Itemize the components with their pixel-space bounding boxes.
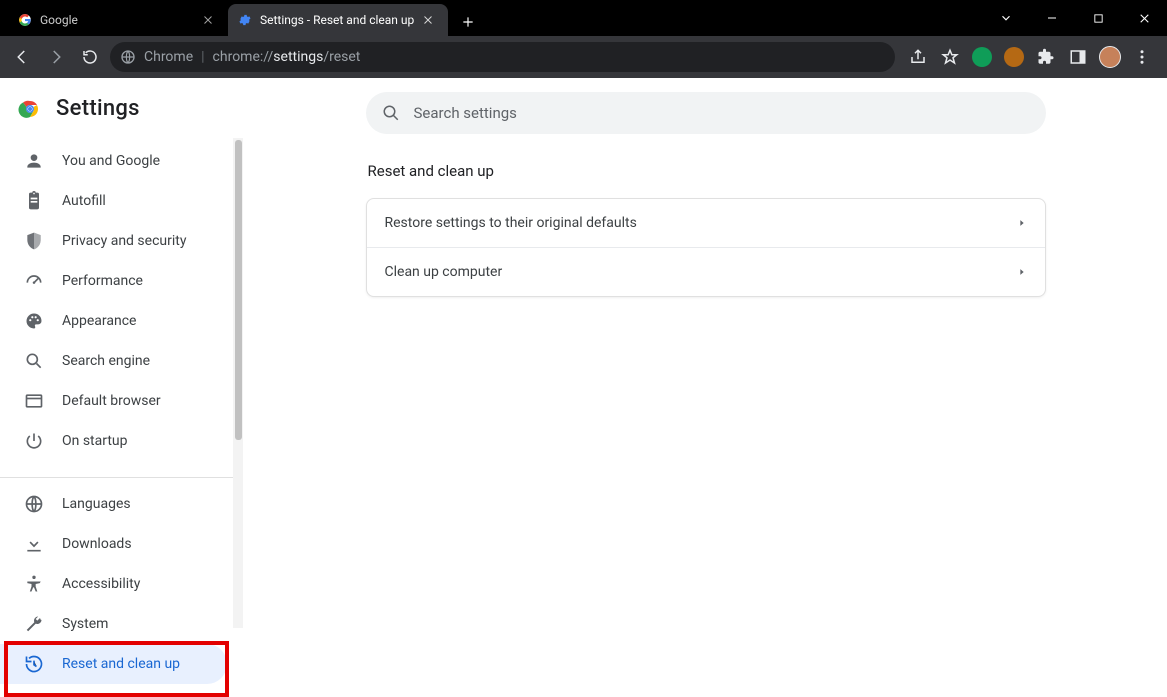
sidebar-item-downloads[interactable]: Downloads <box>0 524 227 564</box>
sidebar-item-label: Search engine <box>62 353 150 369</box>
clean-up-computer-row[interactable]: Clean up computer <box>367 247 1045 296</box>
chevron-down-icon[interactable] <box>983 0 1029 36</box>
window-minimize-button[interactable] <box>1029 0 1075 36</box>
sidebar-item-label: Default browser <box>62 393 161 409</box>
sidebar-item-label: System <box>62 616 108 632</box>
page-heading: Reset and clean up <box>368 162 1046 180</box>
profile-avatar[interactable] <box>1099 46 1121 68</box>
browser-icon <box>24 391 44 411</box>
sidebar-item-label: On startup <box>62 433 128 449</box>
chevron-right-icon <box>1017 218 1027 228</box>
side-panel-icon[interactable] <box>1067 46 1089 68</box>
settings-sidebar: Settings You and Google Autofill Privacy a… <box>0 78 244 691</box>
sidebar-item-label: You and Google <box>62 153 160 169</box>
settings-page: Settings You and Google Autofill Privacy a… <box>0 78 1167 691</box>
extension-icon[interactable] <box>971 46 993 68</box>
forward-button[interactable] <box>42 43 70 71</box>
chevron-right-icon <box>1017 267 1027 277</box>
sidebar-item-label: Performance <box>62 273 143 289</box>
window-maximize-button[interactable] <box>1075 0 1121 36</box>
window-controls <box>983 0 1167 36</box>
palette-icon <box>24 311 44 331</box>
settings-search-input[interactable]: Search settings <box>366 92 1046 134</box>
search-placeholder: Search settings <box>414 104 517 122</box>
search-icon <box>382 104 400 122</box>
reset-card: Restore settings to their original defau… <box>366 198 1046 297</box>
back-button[interactable] <box>8 43 36 71</box>
close-icon[interactable] <box>422 14 438 26</box>
sidebar-item-on-startup[interactable]: On startup <box>0 421 227 461</box>
reload-button[interactable] <box>76 43 104 71</box>
row-label: Clean up computer <box>385 264 503 280</box>
sidebar-item-search-engine[interactable]: Search engine <box>0 341 227 381</box>
extension-icon[interactable] <box>1003 46 1025 68</box>
close-icon[interactable] <box>202 14 218 26</box>
scrollbar-thumb[interactable] <box>235 140 242 440</box>
wrench-icon <box>24 614 44 634</box>
shield-icon <box>24 231 44 251</box>
sidebar-item-label: Autofill <box>62 193 106 209</box>
sidebar-item-performance[interactable]: Performance <box>0 261 227 301</box>
sidebar-item-label: Languages <box>62 496 131 512</box>
browser-tab-google[interactable]: Google <box>8 4 228 36</box>
sidebar-item-privacy-and-security[interactable]: Privacy and security <box>0 221 227 261</box>
restore-icon <box>24 654 44 674</box>
power-icon <box>24 431 44 451</box>
tab-title: Settings - Reset and clean up <box>260 13 414 27</box>
search-icon <box>24 351 44 371</box>
sidebar-item-you-and-google[interactable]: You and Google <box>0 141 227 181</box>
sidebar-item-label: Reset and clean up <box>62 656 180 672</box>
sidebar-item-label: Privacy and security <box>62 233 186 249</box>
sidebar-item-accessibility[interactable]: Accessibility <box>0 564 227 604</box>
sidebar-divider <box>0 477 243 478</box>
share-icon[interactable] <box>907 46 929 68</box>
tab-title: Google <box>40 13 194 27</box>
tabstrip: Google Settings - Reset and clean up <box>0 0 482 36</box>
restore-defaults-row[interactable]: Restore settings to their original defau… <box>367 199 1045 247</box>
window-close-button[interactable] <box>1121 0 1167 36</box>
toolbar-actions <box>901 46 1159 68</box>
chrome-logo-icon <box>18 97 42 121</box>
browser-toolbar: Chrome | chrome://settings/reset <box>0 36 1167 78</box>
clipboard-icon <box>24 191 44 211</box>
new-tab-button[interactable] <box>454 8 482 36</box>
google-favicon-icon <box>18 13 32 27</box>
speed-icon <box>24 271 44 291</box>
bookmark-star-icon[interactable] <box>939 46 961 68</box>
url-suffix: /reset <box>323 49 360 65</box>
sidebar-item-reset-and-clean-up[interactable]: Reset and clean up <box>0 644 227 684</box>
browser-titlebar: Google Settings - Reset and clean up <box>0 0 1167 36</box>
accessibility-icon <box>24 574 44 594</box>
person-icon <box>24 151 44 171</box>
omnibox-chip: Chrome <box>144 49 193 65</box>
url-prefix: chrome:// <box>213 49 274 65</box>
globe-icon <box>24 494 44 514</box>
kebab-menu-icon[interactable] <box>1131 46 1153 68</box>
sidebar-item-system[interactable]: System <box>0 604 227 644</box>
download-icon <box>24 534 44 554</box>
gear-icon <box>238 13 252 27</box>
sidebar-item-autofill[interactable]: Autofill <box>0 181 227 221</box>
url-path-bold: settings <box>273 49 323 65</box>
sidebar-item-languages[interactable]: Languages <box>0 484 227 524</box>
sidebar-item-appearance[interactable]: Appearance <box>0 301 227 341</box>
site-info-icon[interactable] <box>120 49 136 65</box>
settings-header: Settings <box>0 78 243 141</box>
sidebar-item-label: Downloads <box>62 536 132 552</box>
sidebar-item-default-browser[interactable]: Default browser <box>0 381 227 421</box>
settings-title: Settings <box>56 96 140 121</box>
browser-tab-settings[interactable]: Settings - Reset and clean up <box>228 4 448 36</box>
sidebar-item-label: Accessibility <box>62 576 140 592</box>
row-label: Restore settings to their original defau… <box>385 215 637 231</box>
extensions-puzzle-icon[interactable] <box>1035 46 1057 68</box>
address-bar[interactable]: Chrome | chrome://settings/reset <box>110 42 895 72</box>
settings-main: Search settings Reset and clean up Resto… <box>244 78 1167 691</box>
sidebar-item-label: Appearance <box>62 313 136 329</box>
